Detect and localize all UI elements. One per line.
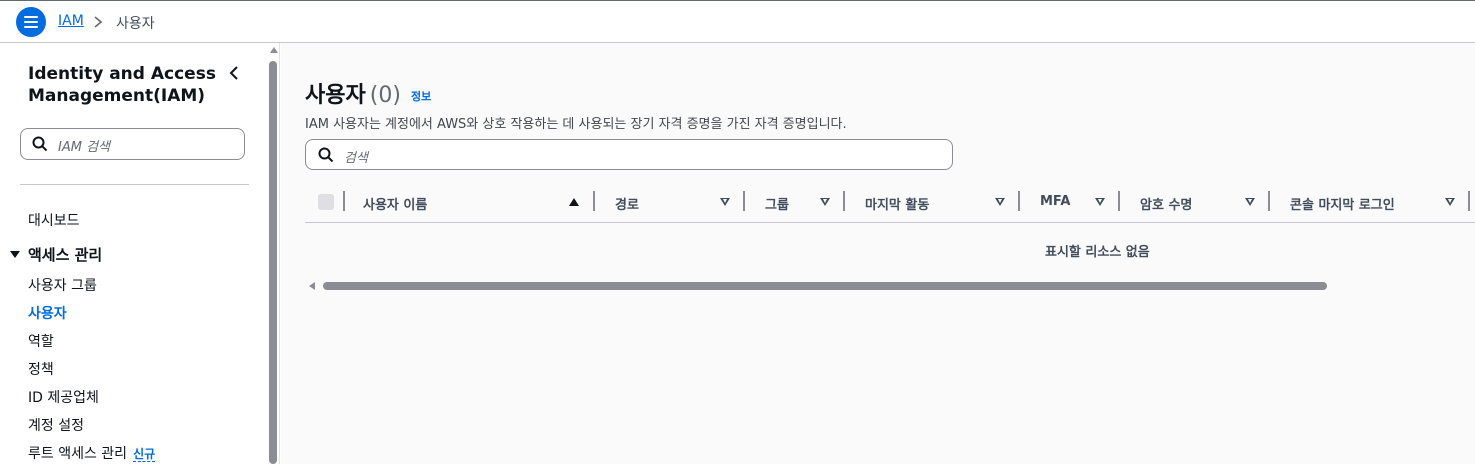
breadcrumb-iam-link[interactable]: IAM [58, 13, 84, 29]
sidebar-section-access-management[interactable]: 액세스 관리 [10, 244, 102, 265]
scroll-up-icon[interactable] [270, 47, 278, 53]
column-label: 경로 [615, 198, 639, 213]
new-badge[interactable]: 신규 [133, 447, 156, 462]
table-horizontal-scrollbar[interactable] [309, 281, 1329, 291]
sort-icon [820, 198, 830, 206]
column-header-password-age[interactable]: 암호 수명 [1120, 187, 1270, 217]
table-header: 사용자 이름 경로 그룹 마지막 활동 MFA 암호 수명 콘솔 마지막 로그인 [305, 187, 1475, 223]
sidebar-item-dashboard[interactable]: 대시보드 [28, 210, 80, 230]
top-bar: IAM 사용자 [0, 0, 1475, 43]
scrollbar-thumb[interactable] [323, 282, 1327, 290]
sidebar-title: Identity and Access Management(IAM) [28, 64, 216, 106]
column-header-groups[interactable]: 그룹 [745, 187, 845, 217]
column-divider [1468, 191, 1470, 211]
info-link[interactable]: 정보 [411, 88, 431, 104]
sidebar-item-root-access-management[interactable]: 루트 액세스 관리 신규 [28, 443, 156, 463]
sort-icon [1245, 198, 1255, 206]
sidebar-item-identity-providers[interactable]: ID 제공업체 [28, 387, 99, 407]
column-divider [343, 191, 345, 211]
sidebar-item-roles[interactable]: 역할 [28, 331, 54, 351]
caret-down-icon [10, 251, 20, 258]
select-all-checkbox[interactable] [318, 194, 334, 210]
scroll-left-icon[interactable] [309, 282, 315, 290]
section-label: 액세스 관리 [28, 246, 103, 264]
column-header-console-last-sign-in[interactable]: 콘솔 마지막 로그인 [1270, 187, 1475, 217]
breadcrumb-current: 사용자 [116, 16, 155, 32]
scrollbar-thumb[interactable] [269, 61, 277, 464]
chevron-right-icon [94, 16, 103, 28]
sidebar-scrollbar[interactable] [268, 43, 280, 464]
column-header-path[interactable]: 경로 [595, 187, 745, 217]
main-content: 사용자 (0) 정보 IAM 사용자는 계정에서 AWS와 상호 작용하는 데 사… [281, 43, 1475, 464]
page-title: 사용자 (0) [305, 77, 401, 109]
column-header-username[interactable]: 사용자 이름 [343, 187, 595, 217]
sidebar-search-placeholder: IAM 검색 [58, 140, 110, 155]
search-placeholder: 검색 [344, 151, 368, 166]
sidebar-item-label: 루트 액세스 관리 [28, 446, 128, 462]
menu-icon[interactable] [16, 7, 46, 37]
chevron-left-icon[interactable] [226, 65, 242, 81]
search-icon [318, 147, 334, 163]
sort-icon [995, 198, 1005, 206]
column-label: 마지막 활동 [865, 198, 930, 213]
sidebar-search-input[interactable]: IAM 검색 [20, 128, 245, 160]
divider [20, 184, 249, 185]
sidebar-item-user-groups[interactable]: 사용자 그룹 [28, 275, 97, 295]
column-header-mfa[interactable]: MFA [1020, 187, 1120, 217]
search-icon [32, 136, 48, 152]
empty-state-text: 표시할 리소스 없음 [1045, 245, 1150, 260]
sort-ascending-icon [569, 198, 579, 206]
column-label: 사용자 이름 [363, 198, 428, 213]
user-count: (0) [369, 83, 401, 108]
column-header-last-activity[interactable]: 마지막 활동 [845, 187, 1020, 217]
sidebar-item-account-settings[interactable]: 계정 설정 [28, 415, 84, 435]
sidebar-item-policies[interactable]: 정책 [28, 359, 54, 379]
page-description: IAM 사용자는 계정에서 AWS와 상호 작용하는 데 사용되는 장기 자격 … [305, 117, 847, 132]
column-label: 암호 수명 [1140, 198, 1193, 213]
sidebar: Identity and Access Management(IAM) IAM … [0, 43, 268, 464]
sort-icon [720, 198, 730, 206]
column-label: 그룹 [765, 198, 789, 213]
users-search-input[interactable]: 검색 [305, 139, 953, 170]
column-label: MFA [1040, 194, 1071, 209]
column-label: 콘솔 마지막 로그인 [1290, 198, 1395, 213]
sidebar-item-users[interactable]: 사용자 [28, 303, 67, 323]
sort-icon [1445, 198, 1455, 206]
page-title-text: 사용자 [305, 83, 366, 108]
sort-icon [1095, 198, 1105, 206]
